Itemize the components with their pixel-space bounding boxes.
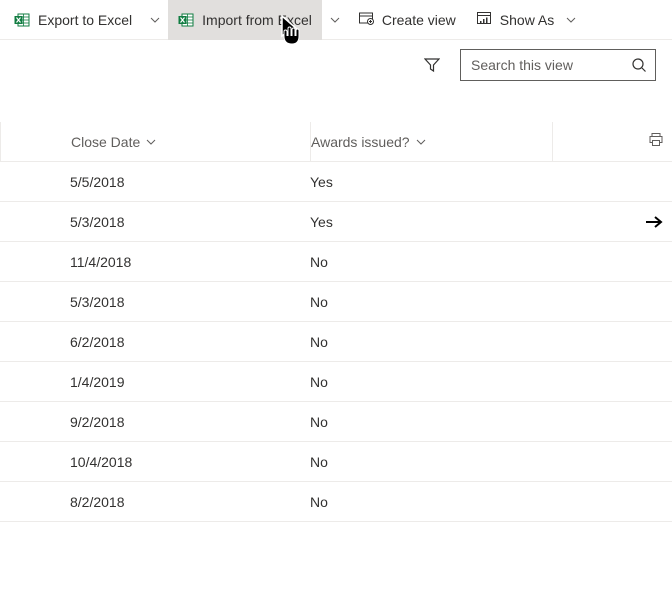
chevron-down-icon — [566, 17, 576, 23]
cell-close-date: 8/2/2018 — [0, 494, 310, 510]
command-bar: Export to Excel Import from Excel — [0, 0, 672, 40]
show-as-button[interactable]: Show As — [466, 0, 580, 40]
table-row[interactable]: 1/4/2019No — [0, 362, 672, 402]
cell-close-date: 9/2/2018 — [0, 414, 310, 430]
create-view-label: Create view — [382, 12, 456, 28]
export-dropdown[interactable] — [142, 0, 168, 40]
show-as-label: Show As — [500, 12, 554, 28]
search-icon — [631, 57, 647, 73]
column-label: Awards issued? — [311, 134, 410, 150]
column-header-extra — [552, 122, 672, 161]
cell-awards-issued: No — [310, 334, 672, 350]
import-from-excel-button[interactable]: Import from Excel — [168, 0, 322, 40]
import-label: Import from Excel — [202, 12, 312, 28]
table-row[interactable]: 10/4/2018No — [0, 442, 672, 482]
table-row[interactable]: 5/5/2018Yes — [0, 162, 672, 202]
table-row[interactable]: 5/3/2018No — [0, 282, 672, 322]
table-row[interactable]: 9/2/2018No — [0, 402, 672, 442]
excel-icon — [14, 12, 30, 28]
cell-awards-issued: Yes — [310, 214, 644, 230]
column-header-close-date[interactable]: Close Date — [0, 122, 310, 161]
search-input[interactable] — [471, 57, 623, 73]
import-dropdown[interactable] — [322, 0, 348, 40]
cell-awards-issued: No — [310, 374, 672, 390]
chevron-down-icon — [150, 17, 160, 23]
search-box[interactable] — [460, 49, 656, 81]
column-header-awards-issued[interactable]: Awards issued? — [310, 122, 552, 161]
filter-button[interactable] — [416, 49, 448, 81]
column-label: Close Date — [71, 134, 140, 150]
printer-icon[interactable] — [648, 132, 664, 151]
excel-icon — [178, 12, 194, 28]
grid-header: Close Date Awards issued? — [0, 122, 672, 162]
cell-close-date: 5/5/2018 — [0, 174, 310, 190]
cell-close-date: 6/2/2018 — [0, 334, 310, 350]
export-to-excel-button[interactable]: Export to Excel — [4, 0, 142, 40]
cell-awards-issued: No — [310, 254, 672, 270]
cell-close-date: 5/3/2018 — [0, 294, 310, 310]
search-bar-row — [0, 40, 672, 90]
cell-close-date: 10/4/2018 — [0, 454, 310, 470]
cell-close-date: 1/4/2019 — [0, 374, 310, 390]
cell-awards-issued: No — [310, 414, 672, 430]
table-row[interactable]: 8/2/2018No — [0, 482, 672, 522]
table-row[interactable]: 6/2/2018No — [0, 322, 672, 362]
cell-close-date: 11/4/2018 — [0, 254, 310, 270]
chevron-down-icon — [146, 139, 156, 145]
create-view-button[interactable]: Create view — [348, 0, 466, 40]
cell-awards-issued: No — [310, 294, 672, 310]
show-as-icon — [476, 10, 492, 29]
arrow-right-icon[interactable] — [644, 212, 664, 232]
cell-awards-issued: No — [310, 454, 672, 470]
cell-awards-issued: Yes — [310, 174, 672, 190]
chevron-down-icon — [330, 17, 340, 23]
filter-icon — [424, 57, 440, 73]
chevron-down-icon — [416, 139, 426, 145]
create-view-icon — [358, 10, 374, 29]
table-row[interactable]: 5/3/2018Yes — [0, 202, 672, 242]
grid-rows: 5/5/2018Yes5/3/2018Yes11/4/2018No5/3/201… — [0, 162, 672, 522]
table-row[interactable]: 11/4/2018No — [0, 242, 672, 282]
cell-awards-issued: No — [310, 494, 672, 510]
cell-close-date: 5/3/2018 — [0, 214, 310, 230]
export-label: Export to Excel — [38, 12, 132, 28]
